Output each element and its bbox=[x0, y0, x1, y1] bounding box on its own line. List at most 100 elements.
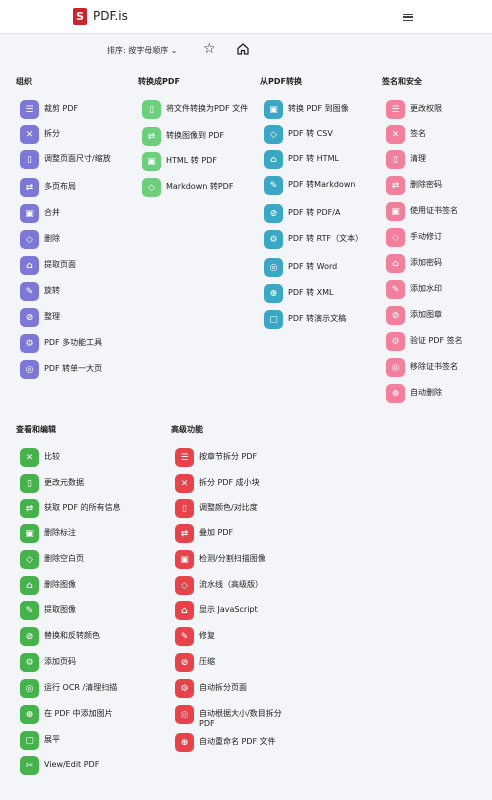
star-icon[interactable]: ☆ bbox=[203, 41, 216, 57]
brand-name[interactable]: PDF.is bbox=[93, 9, 128, 23]
tool-item-organize[interactable]: ▣ 合并 bbox=[20, 204, 138, 223]
tool-item-organize[interactable]: ⚙ PDF 多功能工具 bbox=[20, 334, 138, 353]
tool-label: 在 PDF 中添加图片 bbox=[44, 709, 113, 718]
compare-icon: ✕ bbox=[20, 448, 39, 467]
tool-item-convert-to[interactable]: ◇ Markdown 转PDF bbox=[142, 178, 260, 197]
tool-item-organize[interactable]: ◇ 删除 bbox=[20, 230, 138, 249]
tool-label: 自动删除 bbox=[410, 388, 442, 397]
extract-image-icon: ✎ bbox=[20, 601, 39, 620]
tool-item-security[interactable]: ▣ 使用证书签名 bbox=[386, 202, 492, 221]
tool-item-organize[interactable]: ⇄ 多页布局 bbox=[20, 178, 138, 197]
tool-item-view-edit[interactable]: ⇄ 获取 PDF 的所有信息 bbox=[20, 499, 138, 518]
tool-item-security[interactable]: ☰ 更改权限 bbox=[386, 100, 492, 119]
tool-item-security[interactable]: ⌂ 添加密码 bbox=[386, 254, 492, 273]
tool-item-advanced[interactable]: ▣ 检测/分割扫描图像 bbox=[175, 550, 293, 569]
tool-label: 删除图像 bbox=[44, 580, 76, 589]
tool-item-advanced[interactable]: ◎ 自动根据大小/数目拆分PDF bbox=[175, 705, 293, 729]
tool-item-advanced[interactable]: ⌂ 显示 JavaScript bbox=[175, 601, 293, 620]
tool-item-security[interactable]: ◎ 移除证书签名 bbox=[386, 358, 492, 377]
tool-item-security[interactable]: ⊘ 添加图章 bbox=[386, 306, 492, 325]
logo[interactable]: S bbox=[73, 8, 87, 25]
tool-item-advanced[interactable]: ✕ 拆分 PDF 成小块 bbox=[175, 474, 293, 493]
tool-item-view-edit[interactable]: ◇ 删除空白页 bbox=[20, 550, 138, 569]
tool-label: 删除空白页 bbox=[44, 554, 84, 563]
tool-item-view-edit[interactable]: ▣ 删除标注 bbox=[20, 524, 138, 543]
tool-item-organize[interactable]: ▯ 调整页面尺寸/缩放 bbox=[20, 150, 138, 169]
tool-item-view-edit[interactable]: ⌂ 删除图像 bbox=[20, 576, 138, 595]
tool-item-convert-from[interactable]: ✎ PDF 转Markdown bbox=[264, 176, 382, 195]
tool-item-convert-to[interactable]: ⇄ 转换图像到 PDF bbox=[142, 127, 260, 146]
tool-item-convert-from[interactable]: ⌂ PDF 转 HTML bbox=[264, 150, 382, 169]
tool-label: 添加密码 bbox=[410, 258, 442, 267]
tool-item-convert-to[interactable]: ▯ 将文件转换为PDF 文件 bbox=[142, 100, 260, 119]
tool-item-convert-from[interactable]: ⚙ PDF 转 RTF（文本） bbox=[264, 230, 382, 249]
image-icon: ▣ bbox=[264, 100, 283, 119]
tool-item-organize[interactable]: ✎ 旋转 bbox=[20, 282, 138, 301]
tool-label: 转换 PDF 到图像 bbox=[288, 104, 349, 113]
tool-label: 提取页面 bbox=[44, 260, 76, 269]
tool-label: PDF 转 Word bbox=[288, 262, 338, 271]
tool-item-view-edit[interactable]: ▯ 更改元数据 bbox=[20, 474, 138, 493]
tool-label: PDF 转 RTF（文本） bbox=[288, 234, 364, 243]
watermark-icon: ✎ bbox=[386, 280, 405, 299]
tool-item-advanced[interactable]: ⊘ 压缩 bbox=[175, 653, 293, 672]
tool-item-view-edit[interactable]: ◎ 运行 OCR /清理扫描 bbox=[20, 679, 138, 698]
tool-item-convert-from[interactable]: ◇ PDF 转 CSV bbox=[264, 125, 382, 144]
tool-item-view-edit[interactable]: ✎ 提取图像 bbox=[20, 601, 138, 620]
tool-item-advanced[interactable]: ▯ 调整颜色/对比度 bbox=[175, 499, 293, 518]
grid-icon: ⇄ bbox=[20, 178, 39, 197]
tool-item-view-edit[interactable]: ✕ 比较 bbox=[20, 448, 138, 467]
tool-item-view-edit[interactable]: ✂ View/Edit PDF bbox=[20, 756, 138, 775]
tool-item-security[interactable]: ⚙ 验证 PDF 签名 bbox=[386, 332, 492, 351]
menu-icon[interactable] bbox=[403, 14, 413, 21]
tool-item-security[interactable]: ⇄ 删除密码 bbox=[386, 176, 492, 195]
tool-item-convert-from[interactable]: ▣ 转换 PDF 到图像 bbox=[264, 100, 382, 119]
tool-item-security[interactable]: ▯ 清理 bbox=[386, 150, 492, 169]
tool-item-view-edit[interactable]: ⊕ 在 PDF 中添加图片 bbox=[20, 705, 138, 724]
tool-item-security[interactable]: ✎ 添加水印 bbox=[386, 280, 492, 299]
clean-icon: ▯ bbox=[386, 150, 405, 169]
split-chunk-icon: ✕ bbox=[175, 474, 194, 493]
tool-label: 获取 PDF 的所有信息 bbox=[44, 503, 121, 512]
tool-item-security[interactable]: ✕ 签名 bbox=[386, 125, 492, 144]
sort-dropdown[interactable]: 排序: 按字母顺序 ⌄ bbox=[107, 45, 177, 56]
section-title-convert-to: 转换成PDF bbox=[138, 77, 180, 86]
home-icon[interactable] bbox=[236, 42, 250, 56]
section-title-organize: 组织 bbox=[16, 77, 32, 86]
tool-item-advanced[interactable]: ⇄ 叠加 PDF bbox=[175, 524, 293, 543]
tool-item-organize[interactable]: ◎ PDF 转单一大页 bbox=[20, 360, 138, 379]
tool-label: 添加页码 bbox=[44, 657, 76, 666]
tool-label: 多页布局 bbox=[44, 182, 76, 191]
add-image-icon: ⊕ bbox=[20, 705, 39, 724]
tool-item-organize[interactable]: ☰ 裁剪 PDF bbox=[20, 100, 138, 119]
tool-item-view-edit[interactable]: ▢ 展平 bbox=[20, 731, 138, 750]
csv-icon: ◇ bbox=[264, 125, 283, 144]
tool-item-convert-from[interactable]: ⊕ PDF 转 XML bbox=[264, 284, 382, 303]
tool-label: 手动修订 bbox=[410, 232, 442, 241]
tools-icon: ⚙ bbox=[20, 334, 39, 353]
tool-item-convert-from[interactable]: ◎ PDF 转 Word bbox=[264, 258, 382, 277]
word-icon: ◎ bbox=[264, 258, 283, 277]
tool-item-convert-from[interactable]: ⊘ PDF 转 PDF/A bbox=[264, 204, 382, 223]
auto-rename-icon: ⊕ bbox=[175, 733, 194, 752]
tool-item-organize[interactable]: ⌂ 提取页面 bbox=[20, 256, 138, 275]
tool-item-view-edit[interactable]: ⊘ 替换和反转颜色 bbox=[20, 627, 138, 646]
tool-label: 显示 JavaScript bbox=[199, 605, 258, 614]
tool-item-security[interactable]: ⊕ 自动删除 bbox=[386, 384, 492, 403]
tool-item-advanced[interactable]: ⚙ 自动拆分页面 bbox=[175, 679, 293, 698]
info-icon: ⇄ bbox=[20, 499, 39, 518]
tool-item-advanced[interactable]: ✎ 修复 bbox=[175, 627, 293, 646]
tool-item-security[interactable]: ◇ 手动修订 bbox=[386, 228, 492, 247]
tool-item-advanced[interactable]: ⊕ 自动重命名 PDF 文件 bbox=[175, 733, 293, 752]
tool-label: 删除标注 bbox=[44, 528, 76, 537]
tool-item-convert-to[interactable]: ▣ HTML 转 PDF bbox=[142, 152, 260, 171]
tool-item-organize[interactable]: ✕ 拆分 bbox=[20, 125, 138, 144]
tool-item-organize[interactable]: ⊘ 整理 bbox=[20, 308, 138, 327]
tool-label: 删除 bbox=[44, 234, 60, 243]
tool-label: 自动重命名 PDF 文件 bbox=[199, 737, 276, 746]
tool-item-advanced[interactable]: ◇ 流水线（高级版） bbox=[175, 576, 293, 595]
tool-item-convert-from[interactable]: ▢ PDF 转演示文稿 bbox=[264, 310, 382, 329]
tool-label: 合并 bbox=[44, 208, 60, 217]
tool-item-view-edit[interactable]: ⚙ 添加页码 bbox=[20, 653, 138, 672]
tool-item-advanced[interactable]: ☰ 按章节拆分 PDF bbox=[175, 448, 293, 467]
